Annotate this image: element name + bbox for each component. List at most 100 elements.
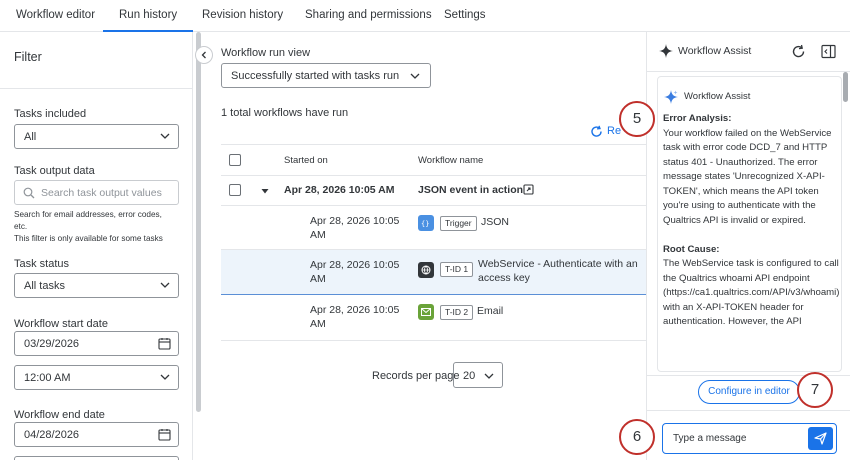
col-workflow-name[interactable]: Workflow name xyxy=(418,155,483,166)
task-started-line1: Apr 28, 2026 10:05 xyxy=(310,304,400,316)
task-started-line1: Apr 28, 2026 10:05 xyxy=(310,215,400,227)
open-external-icon[interactable] xyxy=(523,184,534,195)
table-header: Started on Workflow name xyxy=(221,144,646,176)
assist-scrollbar[interactable] xyxy=(843,72,848,372)
filter-title: Filter xyxy=(14,50,42,64)
refresh-label: Re xyxy=(607,125,622,137)
task-started-line2: AM xyxy=(310,273,326,285)
chevron-down-icon xyxy=(410,73,420,79)
tab-workflow-editor[interactable]: Workflow editor xyxy=(0,0,111,32)
run-history-main: Workflow run view Successfully started w… xyxy=(204,32,646,460)
run-started-on: Apr 28, 2026 10:05 AM xyxy=(284,184,395,196)
start-time-select[interactable]: 12:00 AM xyxy=(14,365,179,390)
task-tag: T-ID 1 xyxy=(440,262,474,277)
assist-header-title: Workflow Assist xyxy=(678,45,752,57)
tab-run-history[interactable]: Run history xyxy=(103,0,194,32)
task-name: JSON xyxy=(481,216,510,228)
search-hint-3: This filter is only available for some t… xyxy=(14,234,163,243)
calendar-icon[interactable] xyxy=(158,337,171,350)
callout-marker: 6 xyxy=(619,419,655,455)
run-view-label: Workflow run view xyxy=(221,47,311,59)
task-tag: Trigger xyxy=(440,216,477,231)
records-per-page-select[interactable]: 20 xyxy=(453,362,503,388)
callout-marker: 5 xyxy=(619,101,655,137)
root-cause-text: The WebService task is configured to cal… xyxy=(663,258,840,327)
records-per-page-value: 20 xyxy=(463,370,476,382)
email-icon xyxy=(418,304,434,320)
tasks-included-select[interactable]: All xyxy=(14,124,179,149)
chevron-down-icon xyxy=(160,133,170,139)
table-row[interactable]: Apr 28, 2026 10:05 AM T-ID 2 Email xyxy=(221,295,646,341)
task-status-label: Task status xyxy=(14,258,70,270)
assist-message-body: Error Analysis: Your workflow failed on … xyxy=(663,112,841,330)
task-name: Email xyxy=(477,305,504,317)
workflow-count-text: 1 total workflows have run xyxy=(221,107,349,119)
divider xyxy=(0,88,193,89)
svg-text:{}: {} xyxy=(421,220,429,227)
run-view-select[interactable]: Successfully started with tasks run xyxy=(221,63,431,88)
run-view-value: Successfully started with tasks run xyxy=(231,70,400,82)
assist-message-card: Workflow Assist Error Analysis: Your wor… xyxy=(657,76,842,372)
start-date-input[interactable]: 03/29/2026 xyxy=(14,331,179,356)
start-date-label: Workflow start date xyxy=(14,318,108,330)
tasks-included-value: All xyxy=(24,131,37,143)
app-root: Workflow editor Run history Revision his… xyxy=(0,0,850,460)
col-started-on[interactable]: Started on xyxy=(284,155,328,166)
tab-sharing-permissions[interactable]: Sharing and permissions xyxy=(289,0,448,32)
start-date-value: 03/29/2026 xyxy=(24,338,80,350)
send-button[interactable] xyxy=(808,427,833,450)
task-name-line2: access key xyxy=(478,272,530,284)
records-per-page-label: Records per page xyxy=(372,370,460,382)
chevron-down-icon xyxy=(160,374,170,380)
row-checkbox[interactable] xyxy=(229,184,241,196)
task-output-search-input[interactable]: Search task output values xyxy=(14,180,179,205)
tab-settings[interactable]: Settings xyxy=(428,0,502,32)
refresh-icon[interactable] xyxy=(791,44,806,59)
message-input[interactable]: Type a message xyxy=(662,423,837,454)
caret-down-icon[interactable] xyxy=(261,187,269,195)
refresh-icon xyxy=(591,125,602,137)
error-analysis-heading: Error Analysis: xyxy=(663,113,732,124)
chevron-down-icon xyxy=(484,373,494,379)
table-row[interactable]: Apr 28, 2026 10:05 AM JSON event in acti… xyxy=(221,176,646,206)
send-icon xyxy=(814,432,827,445)
task-output-label: Task output data xyxy=(14,165,95,177)
end-date-value: 04/28/2026 xyxy=(24,429,80,441)
assist-header: Workflow Assist xyxy=(647,32,850,72)
start-time-value: 12:00 AM xyxy=(24,372,71,384)
task-status-select[interactable]: All tasks xyxy=(14,273,179,298)
search-icon xyxy=(23,187,35,199)
top-tabs: Workflow editor Run history Revision his… xyxy=(0,0,850,32)
json-event-icon: {} xyxy=(418,215,434,231)
search-hint-1: Search for email addresses, error codes, xyxy=(14,210,162,219)
table-row[interactable]: Apr 28, 2026 10:05 AM {} Trigger JSON xyxy=(221,206,646,250)
table-row[interactable]: Apr 28, 2026 10:05 AM T-ID 1 WebService … xyxy=(221,250,646,295)
filter-scrollbar[interactable] xyxy=(196,32,201,412)
divider xyxy=(647,410,850,411)
webservice-globe-icon xyxy=(418,262,434,278)
chevron-down-icon xyxy=(160,282,170,288)
collapse-panel-icon[interactable] xyxy=(821,44,836,59)
tab-revision-history[interactable]: Revision history xyxy=(186,0,299,32)
filter-panel: Filter Tasks included All Task output da… xyxy=(0,32,193,460)
end-time-select[interactable] xyxy=(14,456,179,460)
scrollbar-thumb[interactable] xyxy=(843,72,848,102)
calendar-icon[interactable] xyxy=(158,428,171,441)
search-placeholder: Search task output values xyxy=(41,187,162,199)
sparkle-icon xyxy=(664,90,678,104)
assist-message-title: Workflow Assist xyxy=(684,91,751,102)
sparkle-icon xyxy=(659,44,673,58)
tasks-included-label: Tasks included xyxy=(14,108,87,120)
configure-in-editor-button[interactable]: Configure in editor xyxy=(698,380,800,404)
callout-marker: 7 xyxy=(797,372,833,408)
task-status-value: All tasks xyxy=(24,280,65,292)
select-all-checkbox[interactable] xyxy=(229,154,241,166)
root-cause-heading: Root Cause: xyxy=(663,243,720,255)
run-workflow-name[interactable]: JSON event in action xyxy=(418,183,523,198)
end-date-label: Workflow end date xyxy=(14,409,105,421)
error-analysis-text: Your workflow failed on the WebService t… xyxy=(663,127,832,226)
task-tag: T-ID 2 xyxy=(440,305,474,320)
task-name-line1: WebService - Authenticate with an xyxy=(478,258,638,270)
end-date-input[interactable]: 04/28/2026 xyxy=(14,422,179,447)
task-started-line2: AM xyxy=(310,318,326,330)
